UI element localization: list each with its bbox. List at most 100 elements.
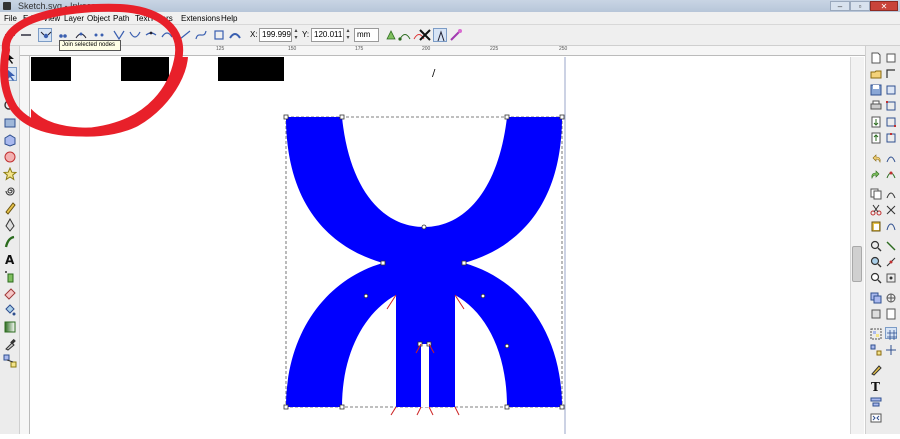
dropper-icon[interactable] <box>3 337 17 351</box>
x-spin-buttons[interactable]: ▴ ▾ <box>293 28 299 42</box>
zoom-selection-icon[interactable] <box>870 239 882 252</box>
x-coordinate-field[interactable]: 199.999 <box>259 28 292 42</box>
menu-layer[interactable]: Layer <box>64 12 84 25</box>
ruler-tick: 150 <box>288 46 297 52</box>
menu-filters[interactable]: Filters <box>151 12 173 25</box>
segment-curve-icon[interactable] <box>194 28 208 42</box>
menu-view[interactable]: View <box>43 12 60 25</box>
snap-object-center-icon[interactable] <box>885 271 897 283</box>
fill-stroke-icon[interactable] <box>870 363 882 376</box>
maximize-button[interactable]: ▫ <box>850 1 870 11</box>
menu-extensions[interactable]: Extensions <box>181 12 220 25</box>
snap-bbox-icon[interactable] <box>885 83 897 95</box>
rotate-icon[interactable] <box>885 51 897 63</box>
xml-editor-icon[interactable] <box>870 411 882 423</box>
align-icon[interactable] <box>870 395 882 407</box>
calligraphy-icon[interactable] <box>3 235 17 249</box>
zoom-page-icon[interactable] <box>870 271 882 284</box>
ruler-tick: 175 <box>355 46 364 52</box>
symmetric-node-icon[interactable] <box>144 28 158 42</box>
eraser-icon[interactable] <box>3 286 17 300</box>
show-handles-icon[interactable] <box>398 28 412 42</box>
text-font-icon[interactable]: T <box>870 379 882 394</box>
node-editor-icon[interactable] <box>3 67 17 81</box>
close-button[interactable]: ✕ <box>870 1 898 11</box>
cut-icon[interactable] <box>870 203 882 216</box>
canvas-slash-text: / <box>432 68 436 79</box>
snap-page-icon[interactable] <box>885 307 897 320</box>
stroke-to-path-icon[interactable] <box>228 28 242 42</box>
menu-help[interactable]: Help <box>221 12 237 25</box>
smooth-node-icon[interactable] <box>128 28 142 42</box>
ungroup-icon[interactable] <box>870 343 882 356</box>
spray-icon[interactable] <box>3 269 17 283</box>
insert-node-icon[interactable] <box>3 28 17 42</box>
duplicate-icon[interactable] <box>870 291 882 304</box>
open-icon[interactable] <box>870 67 882 79</box>
gradient-icon[interactable] <box>3 320 17 334</box>
menu-edit[interactable]: Edit <box>23 12 37 25</box>
menu-file[interactable]: File <box>4 12 17 25</box>
snap-corners-icon[interactable] <box>885 115 897 127</box>
zoom-drawing-icon[interactable] <box>870 255 882 268</box>
clone-icon[interactable] <box>870 307 882 319</box>
auto-smooth-icon[interactable] <box>160 28 174 42</box>
pencil-icon[interactable] <box>3 201 17 215</box>
snap-smooth-icon[interactable] <box>885 219 897 231</box>
new-document-icon[interactable] <box>870 51 882 64</box>
y-coordinate-field[interactable]: 120.011 <box>311 28 344 42</box>
print-icon[interactable] <box>870 99 882 111</box>
unit-select[interactable]: mm <box>354 28 379 42</box>
minimize-button[interactable]: – <box>830 1 850 11</box>
rectangle-icon[interactable] <box>3 116 17 130</box>
snap-guide-icon[interactable] <box>885 343 897 355</box>
redo-icon[interactable] <box>870 167 882 180</box>
3d-box-icon[interactable] <box>3 133 17 147</box>
clip-mask-icon[interactable] <box>433 28 447 42</box>
spiral-icon[interactable] <box>3 184 17 198</box>
snap-intersections-icon[interactable] <box>885 203 897 215</box>
show-transform-handles-icon[interactable] <box>384 28 398 42</box>
segment-line-icon[interactable] <box>178 28 192 42</box>
object-to-path-icon[interactable] <box>212 28 226 42</box>
save-icon[interactable] <box>870 83 882 96</box>
snap-edges-icon[interactable] <box>885 99 897 111</box>
join-nodes-icon[interactable] <box>38 28 52 42</box>
menu-text[interactable]: Text <box>135 12 150 25</box>
import-icon[interactable] <box>870 115 882 128</box>
toolbox: A <box>0 46 20 434</box>
paint-bucket-icon[interactable] <box>3 303 17 317</box>
selector-icon[interactable] <box>3 51 17 65</box>
star-icon[interactable] <box>2 166 18 181</box>
path-effect-icon[interactable] <box>418 28 432 42</box>
edit-path-effect-icon[interactable] <box>449 28 463 42</box>
text-icon[interactable]: A <box>3 252 17 267</box>
connector-icon[interactable] <box>3 354 17 368</box>
snap-grid-icon[interactable] <box>885 327 897 340</box>
pen-icon[interactable] <box>3 217 17 232</box>
svg-text:A: A <box>5 253 15 266</box>
y-spin-buttons[interactable]: ▴ ▾ <box>345 28 351 42</box>
snap-enable-icon[interactable] <box>885 67 897 79</box>
delete-node-icon[interactable] <box>19 28 33 42</box>
ellipse-icon[interactable] <box>3 150 17 164</box>
snap-rotation-center-icon[interactable] <box>885 291 897 303</box>
copy-icon[interactable] <box>870 187 882 200</box>
menu-path[interactable]: Path <box>113 12 129 25</box>
menu-object[interactable]: Object <box>87 12 110 25</box>
snap-midpoints-icon[interactable] <box>885 131 897 143</box>
snap-midpoint-path-icon[interactable] <box>885 255 897 267</box>
snap-cusp-icon[interactable] <box>885 239 897 251</box>
drawing-canvas[interactable]: / <box>9 8 865 434</box>
zoom-icon[interactable] <box>3 99 17 113</box>
paste-icon[interactable] <box>870 219 882 232</box>
ruler-tick: 250 <box>559 46 568 52</box>
vertical-scrollbar-thumb[interactable] <box>852 246 862 282</box>
snap-nodes-icon[interactable] <box>885 167 897 179</box>
snap-paths-icon[interactable] <box>885 187 897 199</box>
undo-icon[interactable] <box>870 151 882 164</box>
group-icon[interactable] <box>870 327 882 340</box>
snap-center-icon[interactable] <box>885 151 897 163</box>
ruler-tick: 125 <box>216 46 225 52</box>
export-icon[interactable] <box>870 131 882 144</box>
